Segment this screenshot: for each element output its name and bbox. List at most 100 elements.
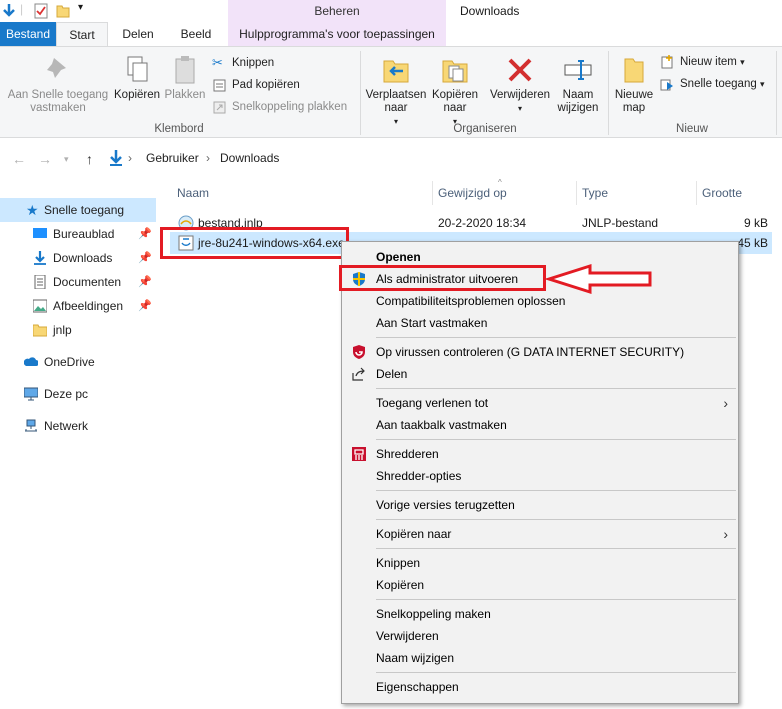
file-size: 9 kB bbox=[743, 216, 768, 230]
properties-icon[interactable] bbox=[34, 3, 48, 19]
menu-separator bbox=[376, 388, 736, 389]
pin-icon bbox=[47, 58, 66, 78]
new-folder-icon bbox=[624, 58, 644, 83]
up-arrow-icon[interactable]: ↑ bbox=[86, 151, 93, 167]
ribbon-divider bbox=[360, 51, 361, 135]
copy-path-button[interactable]: Pad kopiëren bbox=[212, 75, 300, 95]
menu-separator bbox=[376, 672, 736, 673]
tab-start[interactable]: Start bbox=[56, 22, 108, 46]
breadcrumb-downloads[interactable]: Downloads bbox=[220, 151, 279, 165]
sidebar-item-downloads[interactable]: Downloads 📌 bbox=[0, 246, 156, 270]
copy-button[interactable]: Kopiëren bbox=[114, 55, 160, 102]
navigation-pane: ★ Snelle toegang Bureaublad 📌 Downloads … bbox=[0, 186, 160, 709]
menu-item-grant-access[interactable]: Toegang verlenen tot › bbox=[342, 392, 738, 414]
cut-button[interactable]: ✂ Knippen bbox=[212, 53, 274, 73]
ribbon-divider bbox=[608, 51, 609, 135]
group-clipboard-label: Klembord bbox=[154, 123, 204, 135]
title-bar: | ▾ Beheren Downloads bbox=[0, 0, 782, 22]
downloads-location-icon bbox=[110, 150, 122, 166]
menu-item-cut[interactable]: Knippen bbox=[342, 552, 738, 574]
onedrive-cloud-icon bbox=[24, 357, 38, 366]
menu-item-copy[interactable]: Kopiëren bbox=[342, 574, 738, 596]
new-folder-button[interactable]: Nieuwe map bbox=[612, 55, 656, 115]
scissors-icon: ✂ bbox=[212, 55, 223, 70]
menu-separator bbox=[376, 490, 736, 491]
column-divider[interactable] bbox=[696, 181, 697, 205]
easy-access-button[interactable]: Snelle toegang ▾ bbox=[660, 74, 764, 94]
tab-share[interactable]: Delen bbox=[112, 22, 164, 46]
menu-item-properties[interactable]: Eigenschappen bbox=[342, 676, 738, 698]
menu-item-shred[interactable]: Shredderen bbox=[342, 443, 738, 465]
menu-separator bbox=[376, 548, 736, 549]
column-header-name[interactable]: Naam bbox=[177, 186, 209, 202]
network-icon bbox=[25, 419, 37, 432]
sidebar-item-this-pc[interactable]: Deze pc bbox=[0, 382, 156, 406]
menu-item-delete[interactable]: Verwijderen bbox=[342, 625, 738, 647]
forward-arrow-icon[interactable]: → bbox=[38, 151, 52, 167]
pin-icon[interactable]: 📌 bbox=[138, 270, 152, 294]
menu-item-copy-to[interactable]: Kopiëren naar › bbox=[342, 523, 738, 545]
folder-icon[interactable] bbox=[56, 3, 70, 19]
recent-locations-chevron-icon[interactable]: ▾ bbox=[64, 154, 69, 165]
annotation-highlight-run-as-admin bbox=[339, 265, 546, 291]
menu-separator bbox=[376, 599, 736, 600]
down-arrow-icon[interactable] bbox=[2, 3, 16, 19]
tab-application-tools[interactable]: Hulpprogramma's voor toepassingen bbox=[228, 22, 446, 46]
move-folder-icon bbox=[383, 60, 409, 83]
address-bar: ← → ▾ ↑ › Gebruiker › Downloads bbox=[0, 139, 782, 179]
folder-icon bbox=[33, 324, 47, 337]
menu-item-troubleshoot-compat[interactable]: Compatibiliteitsproblemen oplossen bbox=[342, 290, 738, 312]
tab-view[interactable]: Beeld bbox=[168, 22, 224, 46]
menu-item-pin-taskbar[interactable]: Aan taakbalk vastmaken bbox=[342, 414, 738, 436]
pin-icon[interactable]: 📌 bbox=[138, 246, 152, 270]
menu-item-pin-start[interactable]: Aan Start vastmaken bbox=[342, 312, 738, 334]
menu-item-share[interactable]: Delen bbox=[342, 363, 738, 385]
sidebar-item-desktop[interactable]: Bureaublad 📌 bbox=[0, 222, 156, 246]
sidebar-item-pictures[interactable]: Afbeeldingen 📌 bbox=[0, 294, 156, 318]
breadcrumb-gebruiker[interactable]: Gebruiker bbox=[146, 151, 199, 165]
pin-quick-access-button[interactable]: Aan Snelle toegang vastmaken bbox=[4, 55, 112, 115]
menu-separator bbox=[376, 337, 736, 338]
rename-button[interactable]: Naam wijzigen bbox=[554, 55, 602, 115]
menu-item-virus-scan[interactable]: Op virussen controleren (G DATA INTERNET… bbox=[342, 341, 738, 363]
customize-dropdown-icon[interactable]: ▾ bbox=[78, 2, 83, 13]
paste-shortcut-icon bbox=[213, 101, 226, 114]
delete-button[interactable]: Verwijderen ▾ bbox=[488, 55, 552, 115]
star-icon: ★ bbox=[26, 202, 39, 218]
annotation-arrow-icon bbox=[546, 263, 652, 295]
back-arrow-icon[interactable]: ← bbox=[12, 151, 26, 167]
documents-icon bbox=[34, 275, 46, 289]
sort-chevron-icon: ^ bbox=[498, 178, 502, 187]
tab-file[interactable]: Bestand bbox=[0, 22, 56, 46]
paste-button[interactable]: Plakken bbox=[164, 55, 206, 102]
move-to-button[interactable]: Verplaatsen naar ▾ bbox=[364, 55, 428, 128]
sidebar-item-documents[interactable]: Documenten 📌 bbox=[0, 270, 156, 294]
window-title: Downloads bbox=[460, 4, 520, 18]
sidebar-item-onedrive[interactable]: OneDrive bbox=[0, 350, 156, 374]
sidebar-item-quick-access[interactable]: ★ Snelle toegang bbox=[0, 198, 156, 222]
file-modified: 20-2-2020 18:34 bbox=[438, 216, 527, 230]
menu-item-restore-previous-versions[interactable]: Vorige versies terugzetten bbox=[342, 494, 738, 516]
column-divider[interactable] bbox=[576, 181, 577, 205]
copy-to-button[interactable]: Kopiëren naar ▾ bbox=[430, 55, 480, 128]
menu-item-shredder-options[interactable]: Shredder-opties bbox=[342, 465, 738, 487]
submenu-chevron-icon: › bbox=[723, 526, 728, 542]
computer-icon bbox=[24, 387, 38, 401]
file-type: JNLP-bestand bbox=[582, 216, 659, 230]
paste-shortcut-button[interactable]: Snelkoppeling plakken bbox=[212, 97, 347, 117]
pin-icon[interactable]: 📌 bbox=[138, 222, 152, 246]
column-header-size[interactable]: Grootte bbox=[702, 186, 742, 202]
submenu-chevron-icon: › bbox=[723, 395, 728, 411]
sidebar-item-jnlp[interactable]: jnlp bbox=[0, 318, 156, 342]
column-divider[interactable] bbox=[432, 181, 433, 205]
easy-access-icon bbox=[660, 79, 673, 91]
ribbon-divider bbox=[776, 51, 777, 135]
new-item-button[interactable]: Nieuw item ▾ bbox=[660, 52, 745, 72]
sidebar-item-network[interactable]: Netwerk bbox=[0, 414, 156, 438]
column-header-modified[interactable]: Gewijzigd op bbox=[438, 186, 507, 202]
pin-icon[interactable]: 📌 bbox=[138, 294, 152, 318]
column-header-type[interactable]: Type bbox=[582, 186, 608, 202]
desktop-icon bbox=[33, 228, 47, 238]
menu-item-create-shortcut[interactable]: Snelkoppeling maken bbox=[342, 603, 738, 625]
menu-item-rename[interactable]: Naam wijzigen bbox=[342, 647, 738, 669]
